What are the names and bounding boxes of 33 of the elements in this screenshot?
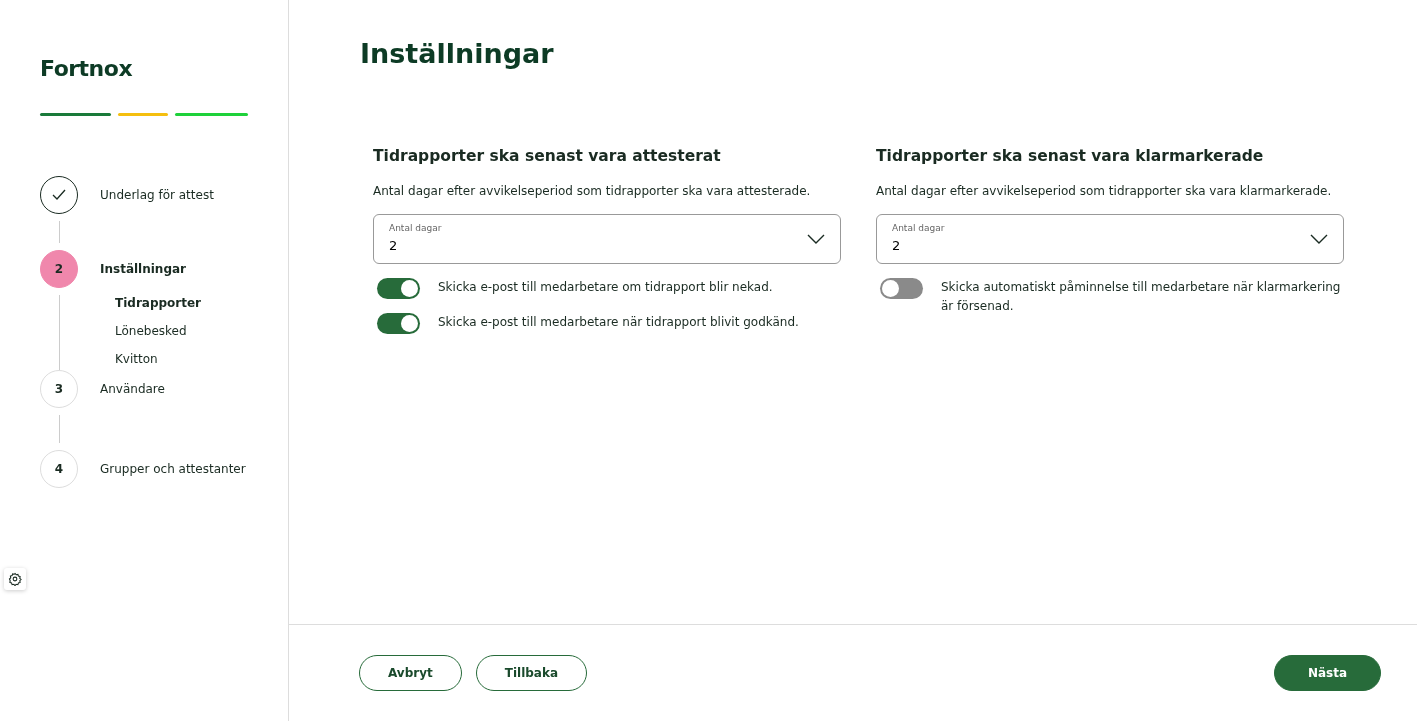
substep-link[interactable]: Lönebesked	[115, 322, 202, 340]
step-marker: 2	[40, 250, 78, 288]
page-title: Inställningar	[360, 37, 555, 71]
step-marker: 4	[40, 450, 78, 488]
days-dropdown[interactable]: Antal dagar 2	[876, 213, 1344, 264]
logo: Fortnox	[40, 55, 134, 83]
toggle-switch[interactable]	[377, 277, 420, 299]
toggle-label: Skicka automatiskt påminnelse till medarbetare när klarmarkering är försenad.	[941, 278, 1342, 315]
step-label[interactable]: Inställningar	[100, 260, 186, 278]
settings-button[interactable]	[4, 568, 26, 590]
progress-stripe	[40, 113, 111, 116]
substep-link[interactable]: Tidrapporter	[115, 294, 202, 312]
toggle-label: Skicka e-post till medarbetare om tidrapport blir nekad.	[438, 278, 773, 296]
section-description: Antal dagar efter avvikelseperiod som tidrapporter ska vara klarmarkerade.	[876, 182, 1333, 200]
section-description: Antal dagar efter avvikelseperiod som tidrapporter ska vara attesterade.	[373, 182, 812, 200]
footer-button[interactable]: Tillbaka	[475, 655, 588, 691]
next-button[interactable]: Nästa	[1273, 655, 1381, 691]
days-dropdown[interactable]: Antal dagar 2	[373, 213, 841, 264]
toggle-switch[interactable]	[880, 277, 923, 299]
step-label[interactable]: Användare	[100, 380, 165, 398]
section-heading: Tidrapporter ska senast vara attesterat	[373, 145, 722, 167]
substep-link[interactable]: Kvitton	[115, 350, 202, 368]
step-label[interactable]: Underlag för attest	[100, 186, 214, 204]
step-marker: 3	[40, 370, 78, 408]
step-label[interactable]: Grupper och attestanter	[100, 460, 246, 478]
settings-icon	[8, 572, 22, 586]
progress-stripe	[118, 113, 168, 116]
toggle-switch[interactable]	[377, 312, 420, 334]
footer-button[interactable]: Avbryt	[359, 655, 462, 691]
chevron-down-icon	[1310, 233, 1328, 244]
chevron-down-icon	[807, 233, 825, 244]
toggle-label: Skicka e-post till medarbetare när tidrapport blivit godkänd.	[438, 313, 799, 331]
section-heading: Tidrapporter ska senast vara klarmarkerade	[876, 145, 1265, 167]
